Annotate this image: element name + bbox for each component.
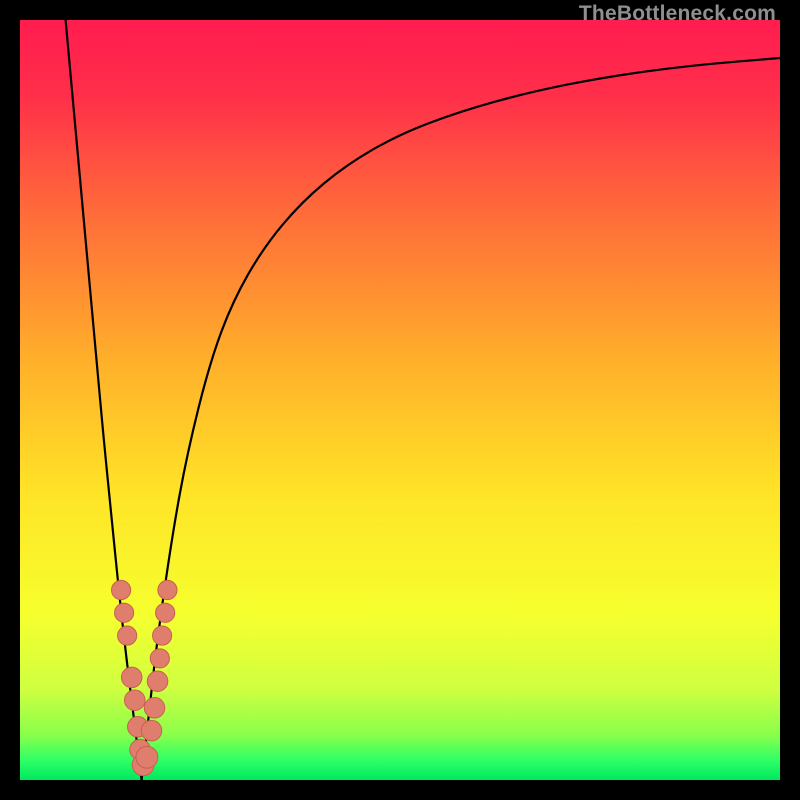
marker-dot <box>158 580 177 599</box>
watermark-text: TheBottleneck.com <box>579 2 776 26</box>
marker-dot <box>121 667 142 688</box>
bottleneck-chart <box>20 20 780 780</box>
marker-dot <box>118 626 137 645</box>
marker-dot <box>136 746 158 768</box>
marker-dot <box>112 580 131 599</box>
marker-dot <box>153 626 172 645</box>
chart-frame <box>20 20 780 780</box>
marker-dot <box>150 649 169 668</box>
gradient-background <box>20 20 780 780</box>
marker-dot <box>115 603 134 622</box>
marker-dot <box>141 720 162 741</box>
marker-dot <box>147 671 168 692</box>
marker-dot <box>156 603 175 622</box>
marker-dot <box>125 690 146 711</box>
marker-dot <box>144 698 165 719</box>
